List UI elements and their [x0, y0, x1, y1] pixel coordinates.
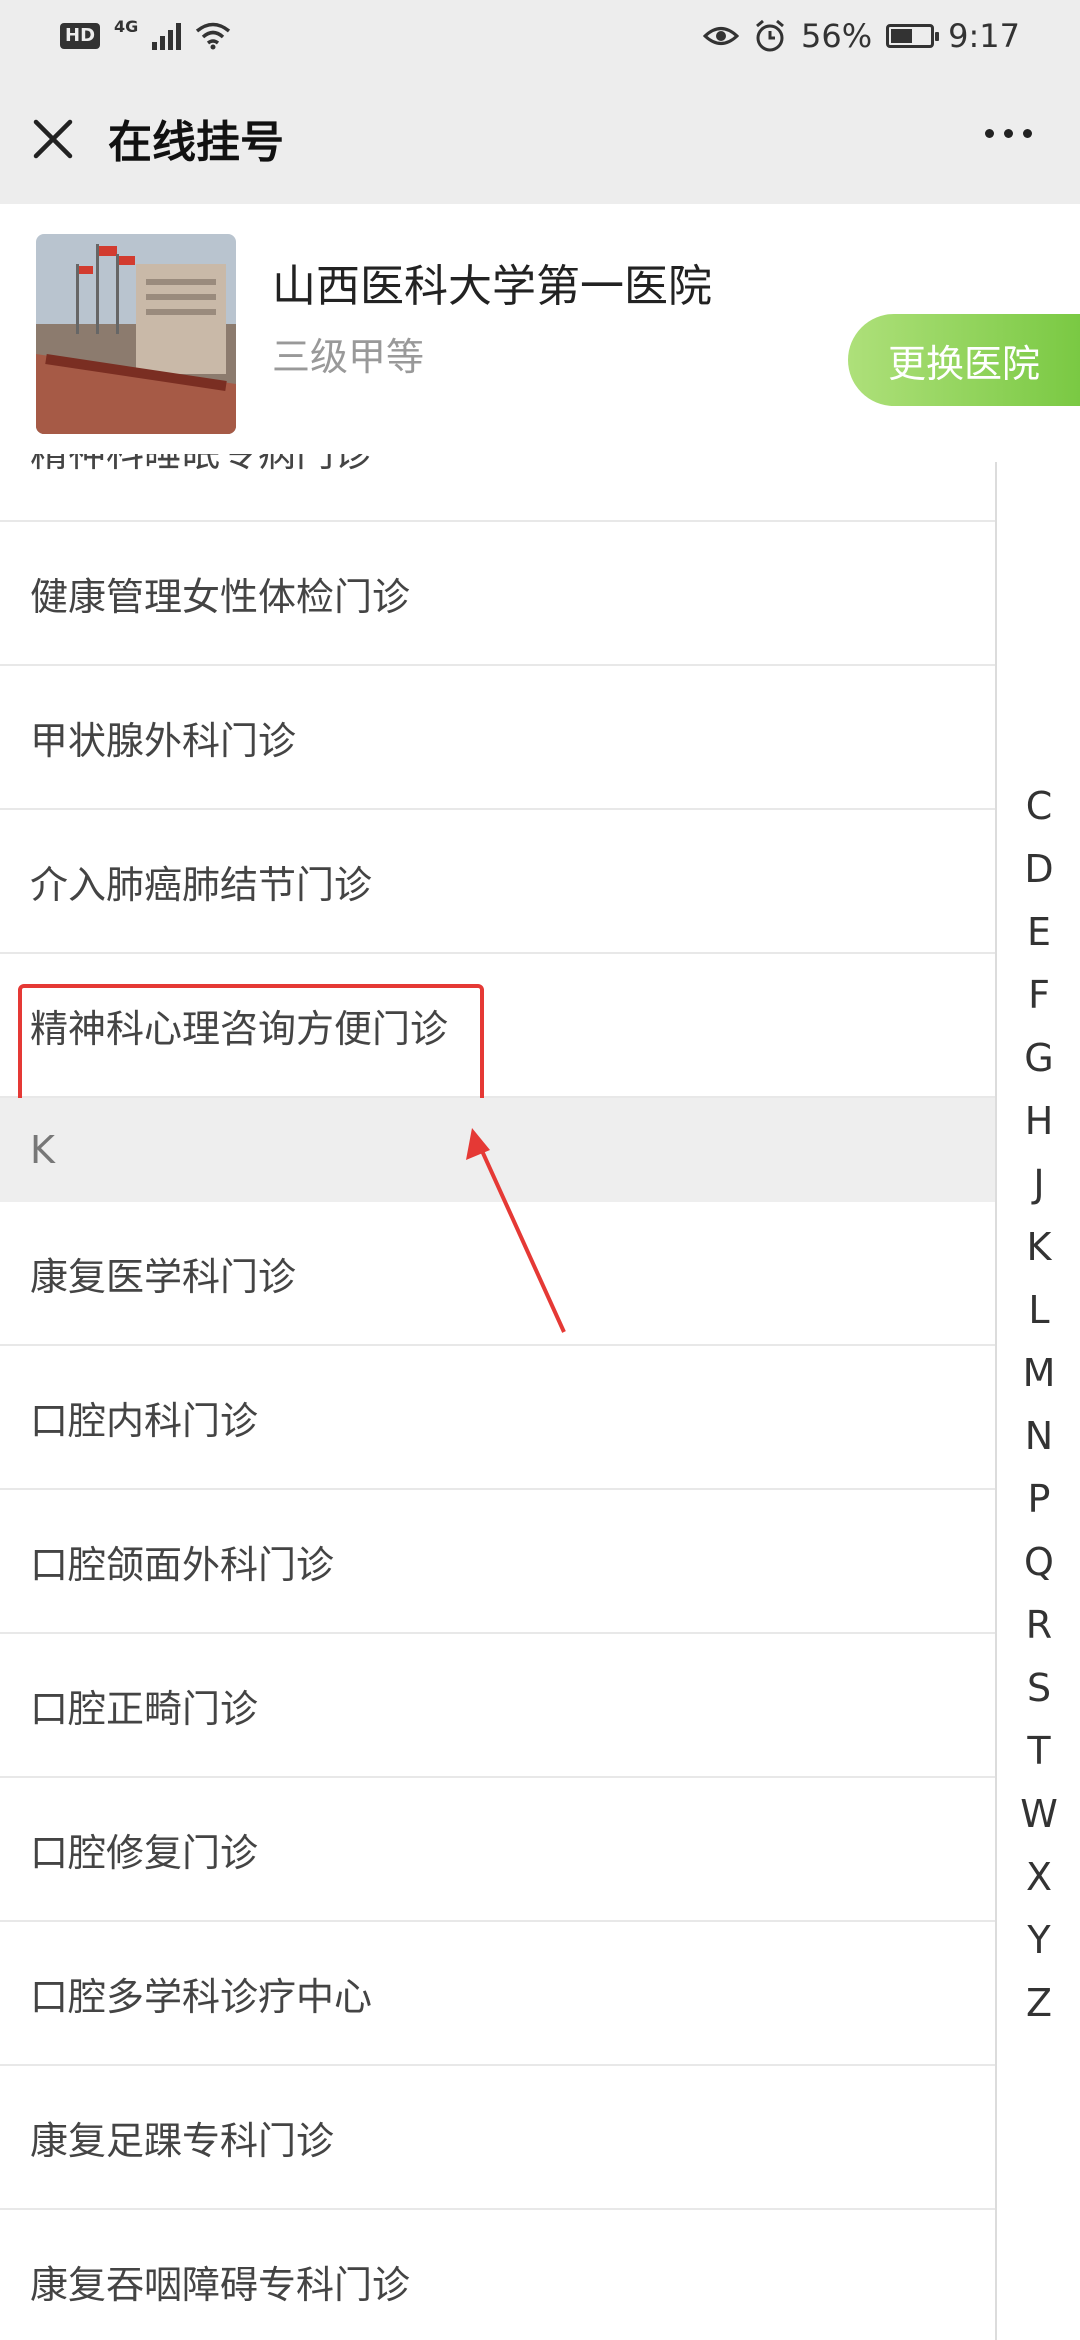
index-letter-w[interactable]: W	[1004, 1782, 1074, 1845]
index-letter-f[interactable]: F	[1004, 963, 1074, 1026]
list-item[interactable]: 口腔内科门诊	[0, 1346, 996, 1490]
index-letter-q[interactable]: Q	[1004, 1530, 1074, 1593]
department-list[interactable]: 精神科睡眠专病门诊 健康管理女性体检门诊 甲状腺外科门诊 介入肺癌肺结节门诊 精…	[0, 454, 996, 2340]
index-letter-m[interactable]: M	[1004, 1341, 1074, 1404]
alarm-icon	[756, 19, 784, 52]
title-bar: 在线挂号	[0, 72, 1080, 204]
index-letter-x[interactable]: X	[1004, 1845, 1074, 1908]
list-item[interactable]: 精神科睡眠专病门诊	[0, 454, 996, 522]
clock: 9:17	[948, 17, 1020, 55]
alphabet-index[interactable]: CDEFGHJKLMNPQRSTWXYZ	[1004, 774, 1074, 2034]
index-letter-r[interactable]: R	[1004, 1593, 1074, 1656]
battery-icon	[886, 24, 940, 48]
list-item[interactable]: 口腔颌面外科门诊	[0, 1490, 996, 1634]
index-letter-e[interactable]: E	[1004, 900, 1074, 963]
list-item[interactable]: 康复吞咽障碍专科门诊	[0, 2210, 996, 2340]
index-letter-j[interactable]: J	[1004, 1152, 1074, 1215]
index-divider	[995, 462, 997, 2340]
hospital-name: 山西医科大学第一医院	[272, 261, 712, 312]
index-letter-l[interactable]: L	[1004, 1278, 1074, 1341]
list-item[interactable]: 口腔多学科诊疗中心	[0, 1922, 996, 2066]
hospital-level: 三级甲等	[272, 335, 425, 379]
index-letter-d[interactable]: D	[1004, 837, 1074, 900]
close-icon[interactable]	[30, 116, 76, 162]
switch-hospital-button[interactable]: 更换医院	[848, 314, 1080, 406]
more-icon[interactable]	[985, 129, 1032, 138]
status-right: 56% 9:17	[703, 17, 1020, 55]
list-item[interactable]: 康复足踝专科门诊	[0, 2066, 996, 2210]
index-letter-h[interactable]: H	[1004, 1089, 1074, 1152]
list-item[interactable]: 健康管理女性体检门诊	[0, 522, 996, 666]
status-left: HD 4G	[60, 17, 231, 50]
list-item[interactable]: 介入肺癌肺结节门诊	[0, 810, 996, 954]
status-bar: HD 4G 56% 9:17	[0, 0, 1080, 72]
index-letter-s[interactable]: S	[1004, 1656, 1074, 1719]
index-letter-g[interactable]: G	[1004, 1026, 1074, 1089]
wifi-icon	[196, 22, 231, 50]
hd-badge: HD	[60, 23, 101, 49]
index-letter-t[interactable]: T	[1004, 1719, 1074, 1782]
network-type: 4G	[114, 16, 139, 36]
eye-icon	[703, 27, 740, 45]
battery-percent: 56%	[801, 17, 873, 55]
list-item[interactable]: 口腔正畸门诊	[0, 1634, 996, 1778]
index-letter-k[interactable]: K	[1004, 1215, 1074, 1278]
page-title: 在线挂号	[108, 117, 284, 168]
index-letter-n[interactable]: N	[1004, 1404, 1074, 1467]
signal-icon	[152, 22, 182, 50]
list-item[interactable]: 甲状腺外科门诊	[0, 666, 996, 810]
index-letter-z[interactable]: Z	[1004, 1971, 1074, 2034]
hospital-header: 山西医科大学第一医院 三级甲等 更换医院	[0, 204, 1080, 454]
index-letter-y[interactable]: Y	[1004, 1908, 1074, 1971]
hospital-photo	[36, 234, 236, 434]
highlight-box	[18, 984, 484, 1104]
index-letter-c[interactable]: C	[1004, 774, 1074, 837]
list-item[interactable]: 口腔修复门诊	[0, 1778, 996, 1922]
annotation-arrow	[466, 1128, 566, 1333]
index-letter-p[interactable]: P	[1004, 1467, 1074, 1530]
